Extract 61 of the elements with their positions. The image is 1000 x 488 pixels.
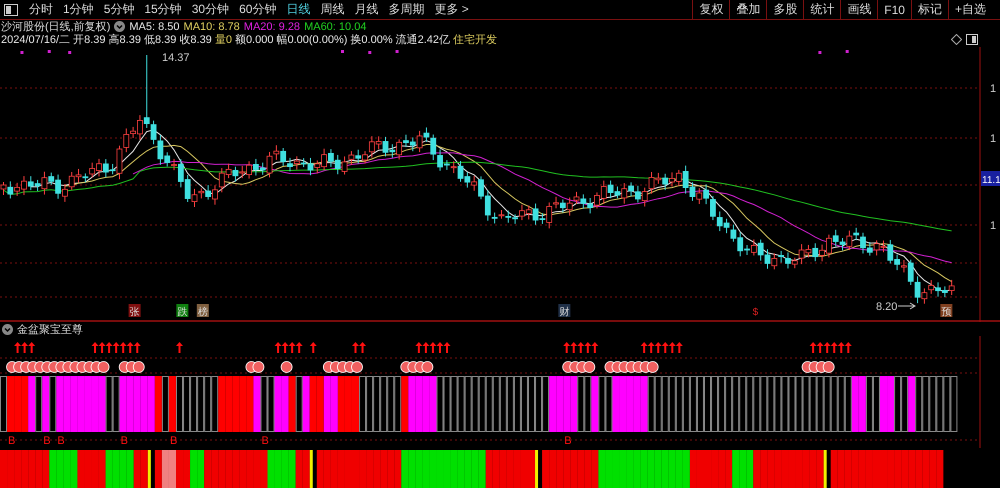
period-tab[interactable]: 多周期 — [383, 1, 430, 18]
toolbar-button[interactable]: 多股 — [766, 0, 804, 19]
toolbar-button[interactable]: 复权 — [692, 0, 730, 19]
period-tab[interactable]: 1分钟 — [58, 1, 99, 18]
diamond-icon[interactable] — [951, 34, 962, 45]
buy-signal-label: B — [564, 435, 572, 447]
quote-value: 2024/07/16/二 — [1, 33, 70, 47]
panel-toggle-icon[interactable] — [4, 4, 18, 16]
low-price-label: 8.20 — [876, 301, 898, 313]
buy-signal-label: B — [261, 435, 269, 447]
toolbar-button[interactable]: 画线 — [840, 0, 878, 19]
event-marker[interactable]: 跌 — [176, 304, 188, 318]
period-tab[interactable]: 5分钟 — [98, 1, 140, 18]
quote-value: 额0.000 — [234, 32, 274, 47]
collapse-icon[interactable] — [2, 324, 13, 334]
stock-title: 沙河股份(日线,前复权) — [1, 20, 110, 34]
period-tab[interactable]: 分时 — [24, 1, 58, 18]
event-marker[interactable]: 预 — [940, 304, 952, 318]
buy-signal-label: B — [170, 435, 178, 447]
buy-signal-label: B — [8, 435, 16, 447]
period-tab[interactable]: 月线 — [349, 1, 384, 18]
quote-value: 高8.39 — [108, 32, 141, 47]
axis-label: 1 — [990, 83, 996, 95]
period-tab[interactable]: 日线 — [281, 1, 316, 18]
period-tab[interactable]: 周线 — [315, 1, 350, 18]
moving-average-value: MA10: 8.78 — [184, 20, 240, 32]
event-marker[interactable]: 张 — [128, 304, 141, 318]
period-tab[interactable]: 30分钟 — [186, 1, 234, 18]
quote-value: 住宅开发 — [453, 32, 498, 47]
axis-label: 1 — [990, 220, 996, 232]
period-tab[interactable]: 15分钟 — [139, 1, 187, 18]
arrow-icon — [898, 302, 916, 310]
moving-average-value: MA20: 9.28 — [244, 20, 300, 32]
quote-value: 低8.39 — [144, 33, 176, 47]
event-marker[interactable]: 榜 — [196, 304, 209, 318]
moving-average-value: MA5: 8.50 — [129, 20, 180, 32]
period-tab[interactable]: 更多 > — [429, 1, 474, 18]
period-tab[interactable]: 60分钟 — [234, 1, 282, 18]
buy-signal-label: B — [57, 435, 65, 447]
indicator-title: 金盆聚宝至尊 — [17, 322, 83, 336]
toolbar-button[interactable]: F10 — [877, 0, 911, 19]
moving-average-value: MA60: 10.04 — [304, 20, 366, 32]
toolbar-button[interactable]: +自选 — [948, 0, 992, 19]
toolbar-button[interactable]: 统计 — [803, 0, 840, 19]
quote-value: 量0 — [214, 33, 232, 47]
quote-value: 开8.39 — [73, 33, 106, 47]
toolbar-button[interactable]: 标记 — [910, 0, 948, 19]
current-price-tag: 11.1 — [981, 171, 1000, 186]
quote-value: 换0.00% — [350, 33, 393, 47]
toolbar-button[interactable]: 叠加 — [729, 0, 766, 19]
quote-value: 收8.39 — [179, 33, 212, 47]
dropdown-icon[interactable] — [114, 21, 126, 32]
buy-signal-label: B — [120, 435, 128, 447]
high-price-label: 14.37 — [162, 52, 190, 64]
quote-value: 流通2.42亿 — [396, 32, 450, 47]
axis-label: 1 — [990, 133, 996, 145]
event-marker[interactable]: $ — [752, 307, 758, 318]
panel-toggle-icon[interactable] — [966, 34, 978, 45]
event-marker[interactable]: 财 — [558, 304, 570, 318]
quote-value: 幅0.00(0.00%) — [276, 33, 348, 47]
buy-signal-label: B — [43, 435, 51, 447]
